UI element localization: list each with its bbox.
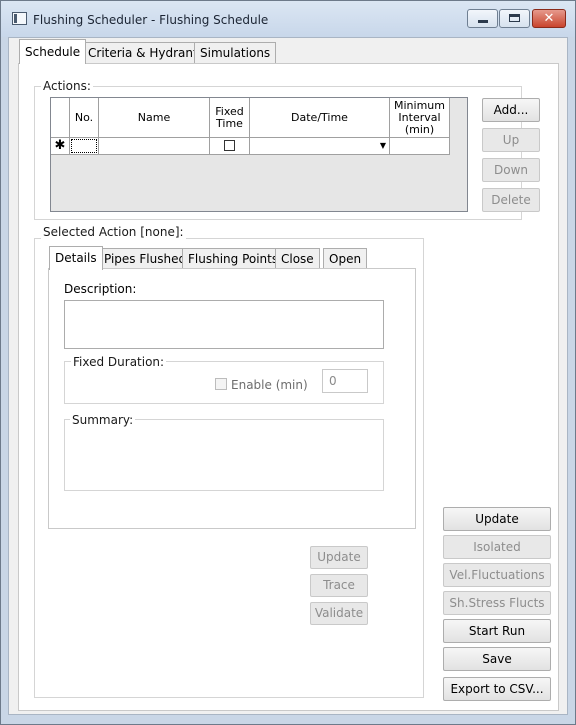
update-button[interactable]: Update: [443, 507, 551, 531]
validate-button[interactable]: Validate: [310, 602, 368, 625]
app-icon: [12, 12, 27, 25]
selected-update-button[interactable]: Update: [310, 546, 368, 569]
trace-button[interactable]: Trace: [310, 574, 368, 597]
close-icon: ✕: [543, 11, 555, 26]
shear-stress-flucts-button[interactable]: Sh.Stress Flucts: [443, 591, 551, 615]
add-action-button[interactable]: Add...: [482, 98, 540, 122]
column-header-fixed-time[interactable]: Fixed Time: [210, 98, 250, 138]
description-label: Description:: [64, 282, 137, 296]
title-bar[interactable]: Flushing Scheduler - Flushing Schedule ✕: [1, 1, 575, 37]
window-title: Flushing Scheduler - Flushing Schedule: [33, 13, 269, 27]
duration-value: 0: [329, 374, 337, 388]
column-header-name[interactable]: Name: [99, 98, 210, 138]
column-header-date-time[interactable]: Date/Time: [250, 98, 390, 138]
tab-criteria-hydrants[interactable]: Criteria & Hydrants: [82, 42, 210, 64]
summary-label: Summary:: [70, 413, 136, 427]
actions-grid[interactable]: No. Name Fixed Time Date/Time Minimum In…: [50, 97, 468, 212]
minimize-icon: [478, 20, 488, 23]
subtab-details[interactable]: Details: [49, 246, 103, 270]
export-csv-button[interactable]: Export to CSV...: [443, 677, 551, 701]
delete-action-button[interactable]: Delete: [482, 188, 540, 212]
selected-action-group-label: Selected Action [none]:: [41, 225, 186, 239]
minimize-button[interactable]: [467, 9, 498, 28]
cell-date-time-new[interactable]: ▼: [250, 138, 390, 155]
close-button[interactable]: ✕: [532, 9, 566, 28]
grid-row-header-corner: [51, 98, 70, 138]
dropdown-arrow-icon[interactable]: ▼: [380, 138, 386, 154]
maximize-icon: [509, 14, 520, 22]
new-row-asterisk-icon: ✱: [51, 138, 70, 155]
column-header-minimum-interval[interactable]: Minimum Interval (min): [390, 98, 450, 138]
duration-input[interactable]: 0: [322, 369, 368, 393]
cell-fixed-time-new[interactable]: [210, 138, 250, 155]
maximize-button[interactable]: [499, 9, 530, 28]
description-textbox[interactable]: [64, 300, 384, 349]
subtab-flushing-points[interactable]: Flushing Points: [182, 248, 285, 270]
isolated-button[interactable]: Isolated: [443, 535, 551, 559]
fixed-duration-label: Fixed Duration:: [71, 355, 167, 369]
tab-simulations[interactable]: Simulations: [194, 42, 277, 64]
cell-minimum-interval-new[interactable]: [390, 138, 450, 155]
move-down-button[interactable]: Down: [482, 158, 540, 182]
column-header-no[interactable]: No.: [70, 98, 99, 138]
move-up-button[interactable]: Up: [482, 128, 540, 152]
subtab-open[interactable]: Open: [323, 248, 368, 270]
cell-no-new[interactable]: [70, 138, 99, 155]
start-run-button[interactable]: Start Run: [443, 619, 551, 643]
subtab-close[interactable]: Close: [275, 248, 320, 270]
save-button[interactable]: Save: [443, 647, 551, 671]
summary-group: [64, 419, 384, 491]
vel-fluctuations-button[interactable]: Vel.Fluctuations: [443, 563, 551, 587]
fixed-time-checkbox[interactable]: [224, 140, 235, 151]
cell-focus-rect: [71, 139, 97, 153]
tab-schedule[interactable]: Schedule: [19, 39, 87, 64]
actions-group-label: Actions:: [41, 79, 93, 93]
enable-duration-label: Enable (min): [231, 378, 308, 392]
subtab-pipes-flushed[interactable]: Pipes Flushed: [98, 248, 193, 270]
enable-duration-checkbox[interactable]: [215, 378, 227, 390]
cell-name-new[interactable]: [99, 138, 210, 155]
